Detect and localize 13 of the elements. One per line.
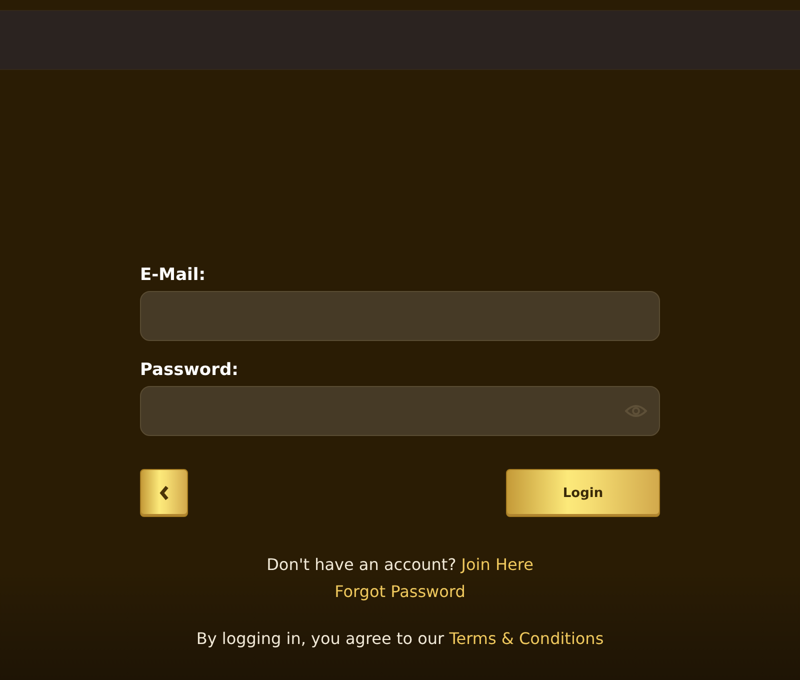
field-label: E-Mail: [140, 265, 207, 285]
login-button[interactable]: Login [506, 469, 660, 517]
input-field[interactable] [140, 386, 660, 436]
input-field[interactable] [140, 291, 660, 341]
chevron-left-icon [159, 485, 169, 501]
back-button[interactable] [140, 469, 188, 517]
terms-notice: By logging in, you agree to our Terms & Conditions [196, 628, 604, 650]
signup-prompt: Don't have an account? Join Here [266, 554, 534, 576]
terms-link[interactable]: Terms & Conditions [449, 629, 604, 648]
forgot-password-link[interactable]: Forgot Password [334, 578, 466, 605]
join-link[interactable]: Join Here [461, 555, 534, 574]
field-label: Password: [140, 360, 240, 380]
eye-icon[interactable] [625, 403, 647, 419]
